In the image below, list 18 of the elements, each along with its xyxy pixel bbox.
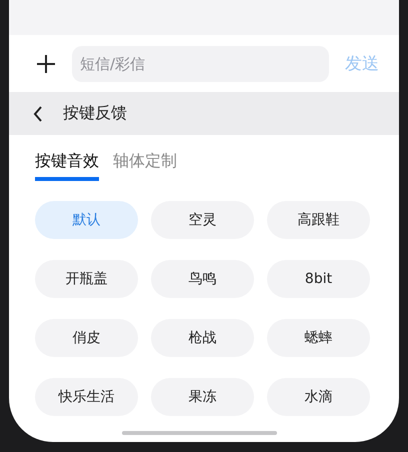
sound-option[interactable]: 鸟鸣 (151, 260, 254, 298)
sound-option[interactable]: 水滴 (267, 378, 370, 416)
page-title: 按键反馈 (63, 103, 127, 124)
tab[interactable]: 按键音效 (35, 151, 99, 181)
sound-option[interactable]: 默认 (35, 201, 138, 239)
message-input-field[interactable]: 短信/彩信 (72, 46, 329, 82)
sound-option[interactable]: 高跟鞋 (267, 201, 370, 239)
tab[interactable]: 轴体定制 (113, 151, 177, 181)
sound-option[interactable]: 果冻 (151, 378, 254, 416)
back-icon[interactable] (33, 106, 43, 122)
sound-option[interactable]: 蟋蟀 (267, 319, 370, 357)
sound-option[interactable]: 开瓶盖 (35, 260, 138, 298)
sound-option[interactable]: 枪战 (151, 319, 254, 357)
plus-icon[interactable] (36, 54, 56, 74)
sound-option[interactable]: 快乐生活 (35, 378, 138, 416)
sound-option[interactable]: 空灵 (151, 201, 254, 239)
sound-option[interactable]: 8bit (267, 260, 370, 298)
sound-option[interactable]: 俏皮 (35, 319, 138, 357)
